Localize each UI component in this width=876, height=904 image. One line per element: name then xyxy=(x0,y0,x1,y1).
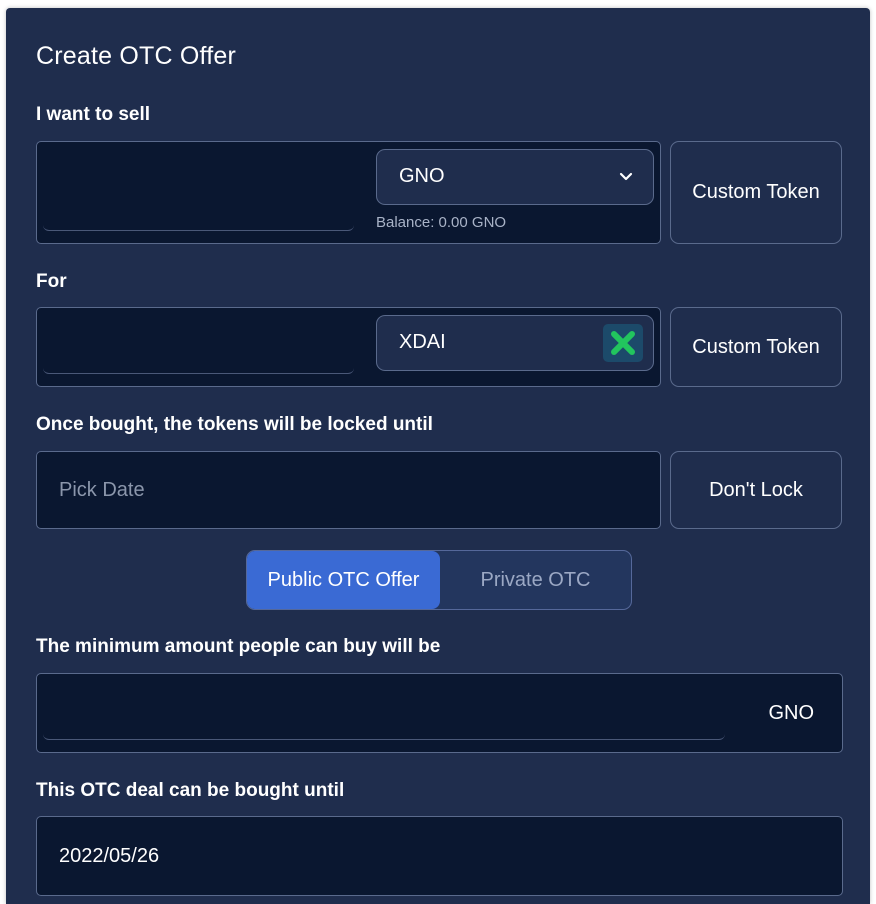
chevron-down-icon xyxy=(619,172,633,181)
for-token-value: XDAI xyxy=(399,331,446,353)
dont-lock-button[interactable]: Don't Lock xyxy=(670,451,842,529)
offer-type-toggle: Public OTC Offer Private OTC xyxy=(246,550,632,610)
private-otc-tab[interactable]: Private OTC xyxy=(440,551,631,609)
create-otc-offer-panel: Create OTC Offer I want to sell GNO Bala… xyxy=(6,8,870,904)
sell-amount-input[interactable] xyxy=(43,193,354,231)
public-otc-offer-tab[interactable]: Public OTC Offer xyxy=(247,551,440,609)
sell-token-select[interactable]: GNO xyxy=(376,149,654,205)
lock-date-input[interactable]: Pick Date xyxy=(36,451,661,529)
for-custom-token-button[interactable]: Custom Token xyxy=(670,307,842,387)
page-title: Create OTC Offer xyxy=(36,42,237,70)
expiry-label: This OTC deal can be bought until xyxy=(36,780,345,801)
minimum-unit: GNO xyxy=(768,702,814,724)
sell-label: I want to sell xyxy=(36,104,151,125)
for-field-group: XDAI xyxy=(36,307,661,387)
for-token-select[interactable]: XDAI xyxy=(376,315,654,371)
minimum-amount-input[interactable] xyxy=(43,702,725,740)
sell-balance: Balance: 0.00 GNO xyxy=(376,214,507,231)
expiry-date-input[interactable]: 2022/05/26 xyxy=(36,816,843,896)
for-amount-input[interactable] xyxy=(43,336,354,374)
minimum-label: The minimum amount people can buy will b… xyxy=(36,636,441,657)
sell-custom-token-button[interactable]: Custom Token xyxy=(670,141,842,244)
sell-token-value: GNO xyxy=(399,165,445,187)
lock-label: Once bought, the tokens will be locked u… xyxy=(36,414,433,435)
lock-date-placeholder: Pick Date xyxy=(59,479,145,501)
for-label: For xyxy=(36,271,67,292)
expiry-date-value: 2022/05/26 xyxy=(59,845,160,867)
xdai-token-icon xyxy=(603,324,643,362)
sell-field-group: GNO Balance: 0.00 GNO xyxy=(36,141,661,244)
minimum-field-group: GNO xyxy=(36,673,843,753)
